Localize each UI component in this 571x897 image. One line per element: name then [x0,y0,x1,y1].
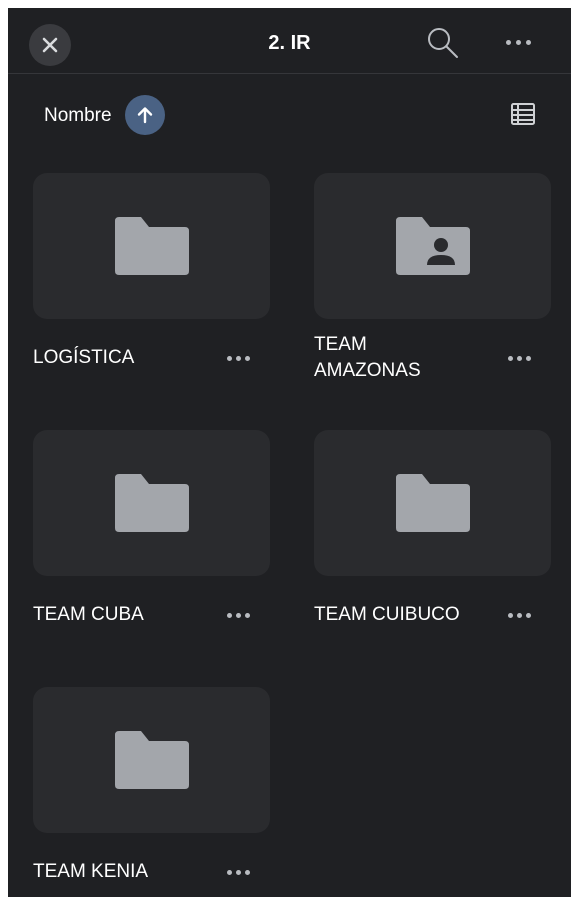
more-horizontal-icon [226,612,232,618]
shared-folder-icon [395,217,470,275]
folder-icon [114,217,189,275]
more-horizontal-icon [507,355,513,361]
item-more-button[interactable] [223,862,253,882]
more-horizontal-icon [507,612,513,618]
item-more-button[interactable] [223,348,253,368]
more-horizontal-icon [226,355,232,361]
more-options-button[interactable] [498,30,538,54]
more-horizontal-icon [505,39,511,45]
folder-label[interactable]: TEAM CUBA [33,602,203,628]
search-button[interactable] [426,26,460,60]
sort-label[interactable]: Nombre [44,105,112,127]
view-toggle-button[interactable] [510,102,536,126]
list-view-icon [511,103,535,125]
more-horizontal-icon [226,869,232,875]
folder-label[interactable]: TEAM AMAZONAS [314,332,484,384]
page-title: 2. IR [268,32,311,54]
folder-card-team-cuibuco[interactable] [314,430,551,576]
app-window: 2. IR Nombre LOGÍSTICA TEAM AMAZONAS TEA… [8,8,571,897]
folder-icon [395,474,470,532]
sort-bar: Nombre [8,74,571,154]
folder-icon [114,731,189,789]
search-icon [428,28,458,58]
item-more-button[interactable] [223,605,253,625]
folder-card-team-amazonas[interactable] [314,173,551,319]
folder-label[interactable]: TEAM KENIA [33,859,203,885]
folder-card-logistica[interactable] [33,173,270,319]
folder-icon [114,474,189,532]
folder-card-team-kenia[interactable] [33,687,270,833]
item-more-button[interactable] [504,348,534,368]
folder-label[interactable]: TEAM CUIBUCO [314,602,484,628]
item-more-button[interactable] [504,605,534,625]
folder-card-team-cuba[interactable] [33,430,270,576]
folder-label[interactable]: LOGÍSTICA [33,345,203,371]
arrow-up-icon [137,107,153,124]
header-bar: 2. IR [8,8,571,74]
sort-direction-button[interactable] [125,95,165,135]
